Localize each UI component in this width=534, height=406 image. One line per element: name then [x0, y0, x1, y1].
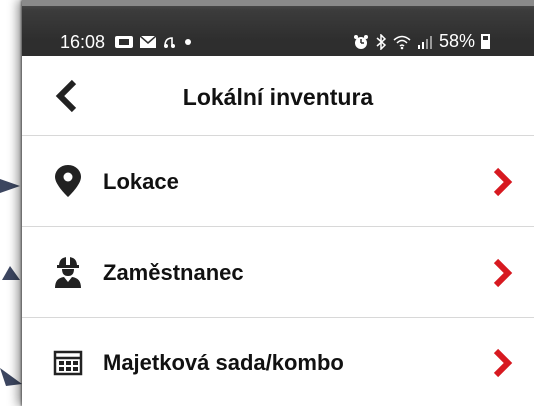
menu-item-lokace[interactable]: Lokace: [22, 137, 534, 227]
alarm-icon: [353, 34, 368, 49]
battery-percentage: 58%: [438, 31, 475, 51]
signal-icon: [417, 35, 432, 49]
page-title: Lokální inventura: [182, 84, 374, 110]
annotation-arrow-3: [0, 368, 22, 386]
worker-icon: [55, 257, 81, 288]
battery-icon: [481, 34, 490, 49]
status-bar-bevel: [22, 0, 534, 6]
asset-set-icon: [53, 350, 83, 376]
screen-mirror-icon: [115, 36, 133, 48]
wifi-icon: [393, 35, 411, 49]
chevron-right-icon: [493, 348, 513, 378]
menu-item-label: Lokace: [103, 169, 179, 194]
menu-item-zamestnanec[interactable]: Zaměstnanec: [22, 228, 534, 318]
chevron-right-icon: [493, 258, 513, 288]
annotation-arrow-1: [0, 179, 20, 193]
location-pin-icon: [55, 165, 81, 197]
menu-item-label: Majetková sada/kombo: [103, 350, 344, 375]
menu-item-majetkova-sada[interactable]: Majetková sada/kombo: [22, 318, 534, 406]
status-system-icons: 58%: [353, 31, 490, 52]
status-time: 16:08: [60, 32, 106, 52]
message-icon: [140, 36, 156, 48]
chevron-right-icon: [493, 167, 513, 197]
app-header: Lokální inventura: [22, 56, 534, 136]
annotation-arrow-2: [2, 266, 20, 280]
menu-item-label: Zaměstnanec: [103, 260, 244, 285]
dot-icon: [185, 39, 191, 45]
bluetooth-icon: [376, 33, 387, 50]
phone-screen: 16:08 58% Lokální inventura Lokace Zaměs…: [22, 0, 534, 406]
bluetooth-audio-icon: [164, 37, 175, 48]
status-notification-icons: [114, 34, 192, 50]
